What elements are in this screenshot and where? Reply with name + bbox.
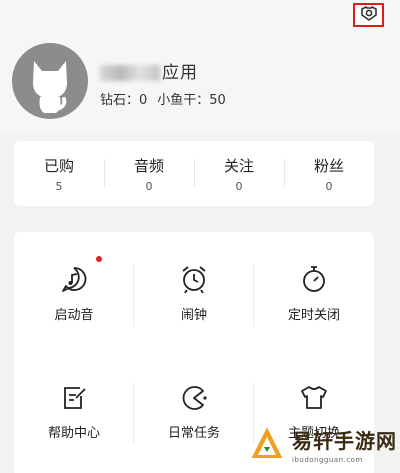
settings-button[interactable] (353, 3, 384, 27)
grid-item-label: 定时关闭 (287, 308, 340, 323)
grid-item-label: 帮助中心 (47, 426, 100, 441)
profile-header: 应用 钻石：0 小鱼干：50 (0, 0, 400, 132)
stat-value: 0 (145, 179, 153, 193)
timer-icon (299, 264, 329, 294)
daily-task-icon (179, 382, 209, 412)
diamond-balance: 钻石：0 (100, 93, 148, 108)
stat-label: 已购 (43, 156, 74, 175)
grid-item-startup-sound[interactable]: 启动音 (14, 232, 134, 342)
stat-label: 音频 (133, 156, 164, 175)
stat-purchased[interactable]: 已购 5 (14, 141, 104, 206)
stat-value: 0 (325, 179, 333, 193)
stat-audio[interactable]: 音频 0 (104, 141, 194, 206)
grid-item-alarm[interactable]: 闹钟 (134, 232, 254, 342)
grid-item-label: 日常任务 (167, 426, 220, 441)
avatar[interactable] (12, 43, 88, 119)
stat-fans[interactable]: 粉丝 0 (284, 141, 374, 206)
ringtone-icon (59, 256, 102, 294)
help-center-icon (59, 382, 89, 412)
notification-dot (96, 256, 102, 262)
grid-item-daily-tasks[interactable]: 日常任务 (134, 350, 254, 460)
fish-balance: 小鱼干：50 (157, 93, 226, 108)
watermark-title: 易轩手游网 (292, 428, 397, 453)
grid-item-help-center[interactable]: 帮助中心 (14, 350, 134, 460)
gear-icon (359, 4, 379, 26)
stats-card: 已购 5 音频 0 关注 0 粉丝 0 (14, 141, 374, 206)
username: 应用 (100, 58, 198, 83)
balances: 钻石：0 小鱼干：50 (100, 89, 236, 108)
watermark-subtitle: ibudongguan.com (292, 455, 363, 464)
stat-following[interactable]: 关注 0 (194, 141, 284, 206)
stat-label: 关注 (223, 156, 254, 175)
site-watermark: 易轩手游网 ibudongguan.com (248, 418, 398, 470)
alarm-clock-icon (179, 264, 209, 294)
cat-avatar-icon (33, 61, 67, 113)
theme-switch-icon (299, 382, 329, 412)
stat-label: 粉丝 (313, 156, 344, 175)
stat-value: 5 (55, 179, 63, 193)
site-logo (249, 424, 285, 460)
username-blurred (100, 65, 160, 81)
stat-value: 0 (235, 179, 243, 193)
grid-item-label: 闹钟 (180, 308, 207, 323)
grid-item-label: 启动音 (54, 308, 94, 323)
grid-item-sleep-timer[interactable]: 定时关闭 (254, 232, 374, 342)
